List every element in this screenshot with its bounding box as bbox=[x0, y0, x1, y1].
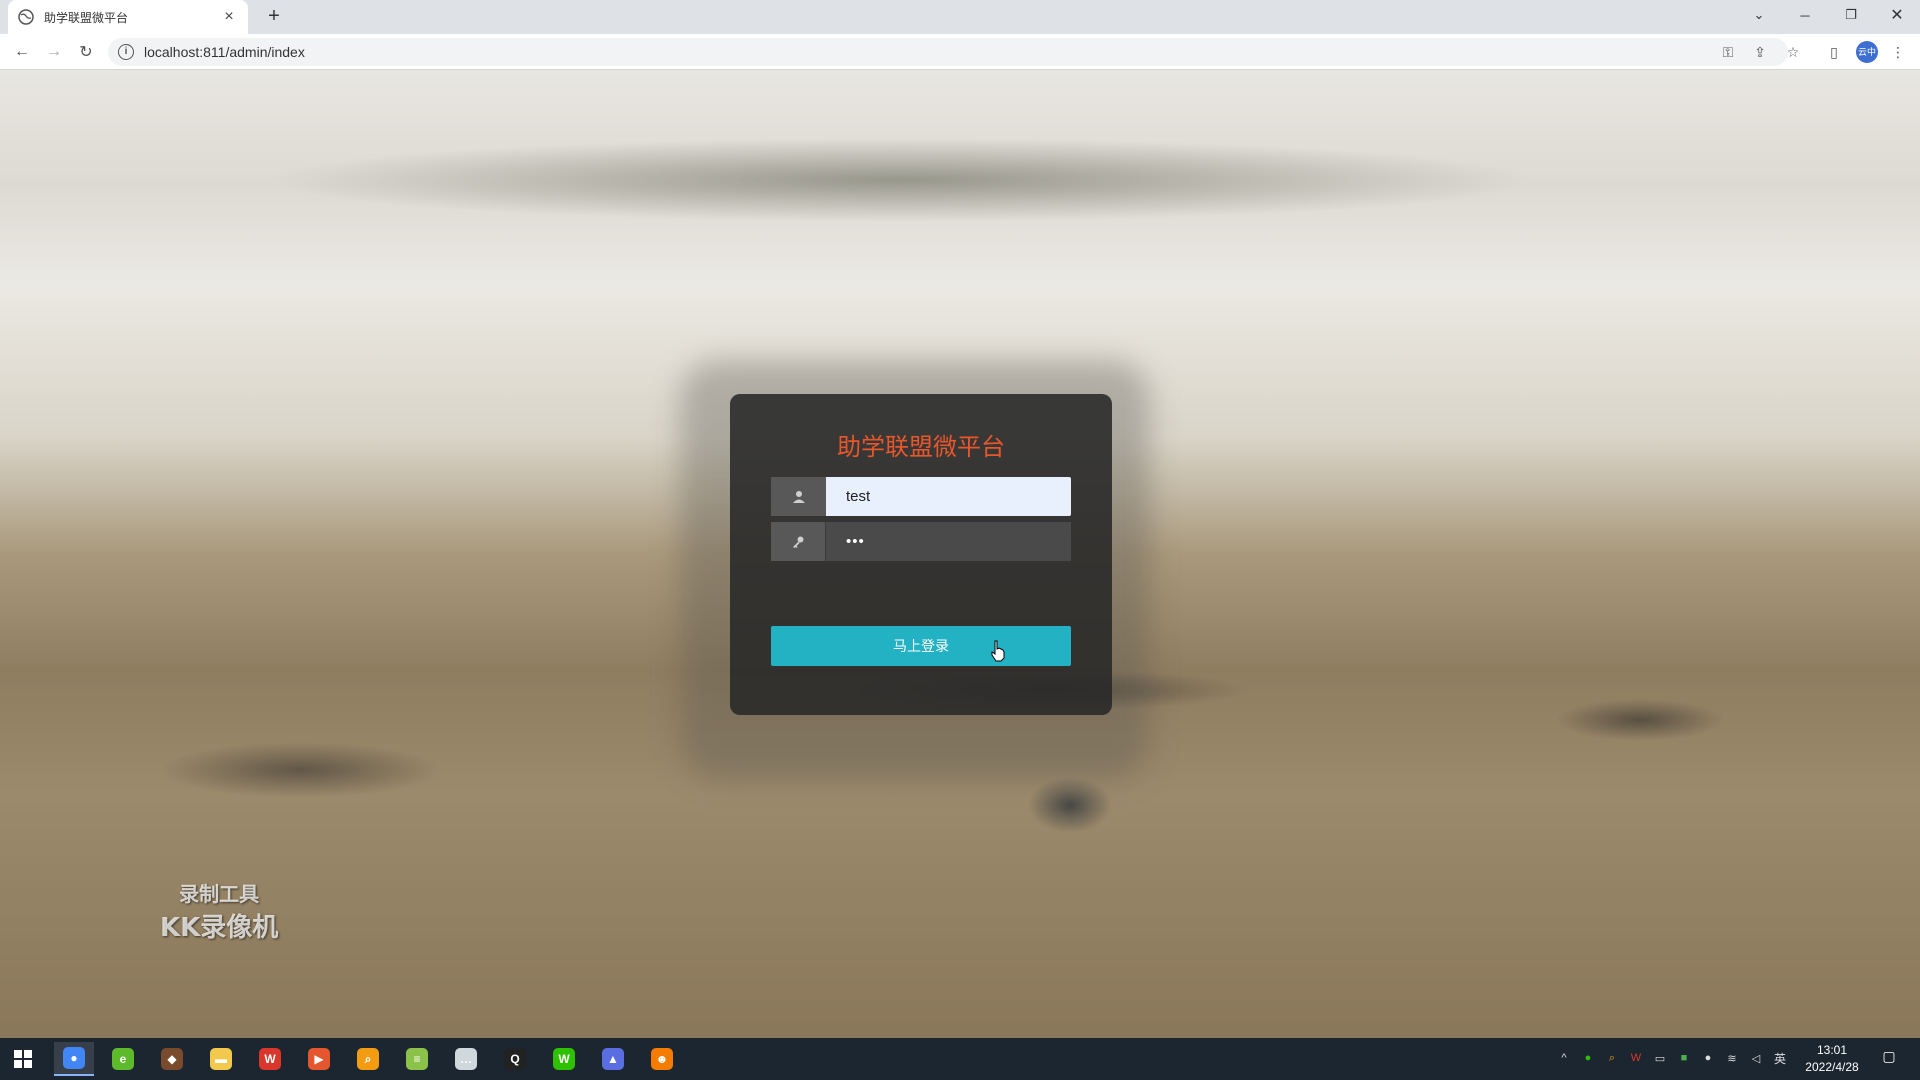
share-icon[interactable]: ⇪ bbox=[1750, 42, 1770, 62]
password-input[interactable] bbox=[826, 522, 1071, 561]
key-icon bbox=[771, 522, 826, 561]
browser-toolbar: ← → ↻ i localhost:811/admin/index ⚿ ⇪ ☆ … bbox=[0, 34, 1920, 70]
game-app-icon: ◆ bbox=[161, 1048, 183, 1070]
volume-icon[interactable]: ◁ bbox=[1748, 1050, 1764, 1066]
bookmark-star-icon[interactable]: ☆ bbox=[1783, 42, 1803, 62]
browser-tab[interactable]: 助学联盟微平台 × bbox=[8, 0, 248, 34]
menu-kebab-icon[interactable]: ⋮ bbox=[1888, 42, 1908, 62]
profile-avatar[interactable]: 云中 bbox=[1856, 41, 1878, 63]
forward-arrow-icon[interactable]: → bbox=[42, 40, 66, 64]
tab-search-chevron-icon[interactable]: ⌄ bbox=[1736, 0, 1782, 30]
taskbar-app-qq[interactable]: Q bbox=[495, 1042, 535, 1076]
tray-qq-icon[interactable]: ● bbox=[1700, 1050, 1716, 1066]
notepad-icon: ≡ bbox=[406, 1048, 428, 1070]
clock[interactable]: 13:01 2022/4/28 bbox=[1796, 1042, 1868, 1076]
user-icon bbox=[771, 477, 826, 516]
taskbar-app-kk-recorder[interactable]: ☻ bbox=[642, 1042, 682, 1076]
taskbar-app-chrome[interactable]: ● bbox=[54, 1042, 94, 1076]
tray-device-icon[interactable]: ▭ bbox=[1652, 1050, 1668, 1066]
tray-wechat-icon[interactable]: ● bbox=[1580, 1050, 1596, 1066]
taskbar: ● e ◆ ▬ W ▶ ⌕ ≡ … Q W ▲ ☻ ^ ● ⌕ W ▭ ■ ● ≋ ◁ 英 13:01 … bbox=[0, 1038, 1920, 1080]
url-text[interactable]: localhost:811/admin/index bbox=[144, 44, 305, 60]
login-panel: 助学联盟微平台 马上登录 bbox=[730, 394, 1112, 715]
password-field bbox=[771, 522, 1071, 561]
clock-time: 13:01 bbox=[1816, 1043, 1848, 1057]
file-explorer-icon: ▬ bbox=[210, 1048, 232, 1070]
tab-close-icon[interactable]: × bbox=[220, 8, 238, 26]
key-icon[interactable]: ⚿ bbox=[1718, 42, 1738, 62]
close-window-button[interactable]: ✕ bbox=[1874, 0, 1920, 30]
taskbar-app-wechat[interactable]: W bbox=[544, 1042, 584, 1076]
watermark: 录制工具 KK录像机 bbox=[160, 878, 278, 944]
taskbar-app-chat-bubble[interactable]: … bbox=[446, 1042, 486, 1076]
login-button[interactable]: 马上登录 bbox=[771, 626, 1071, 666]
ime-indicator[interactable]: 英 bbox=[1772, 1050, 1788, 1066]
globe-icon bbox=[18, 9, 34, 25]
taskbar-app-recorder[interactable]: ▶ bbox=[299, 1042, 339, 1076]
chrome-icon: ● bbox=[63, 1047, 85, 1069]
taskbar-app-wps-office[interactable]: W bbox=[250, 1042, 290, 1076]
minimize-button[interactable]: ─ bbox=[1782, 0, 1828, 30]
tab-title: 助学联盟微平台 bbox=[44, 10, 129, 25]
windows-start-icon[interactable] bbox=[0, 1038, 46, 1080]
watermark-line2: KK录像机 bbox=[160, 913, 279, 943]
hand-pointer-icon bbox=[991, 640, 1005, 662]
taskbar-app-search-tool[interactable]: ⌕ bbox=[348, 1042, 388, 1076]
wps-office-icon: W bbox=[259, 1048, 281, 1070]
taskbar-app-360-browser[interactable]: e bbox=[103, 1042, 143, 1076]
side-panel-icon[interactable]: ▯ bbox=[1824, 42, 1844, 62]
username-field bbox=[771, 477, 1071, 516]
restore-button[interactable]: ❐ bbox=[1828, 0, 1874, 30]
recorder-icon: ▶ bbox=[308, 1048, 330, 1070]
kk-recorder-icon: ☻ bbox=[651, 1048, 673, 1070]
page-background: 助学联盟微平台 马上登录 录制工具 KK录像机 bbox=[0, 70, 1920, 1038]
tray-wps-icon[interactable]: W bbox=[1628, 1050, 1644, 1066]
taskbar-app-notepad[interactable]: ≡ bbox=[397, 1042, 437, 1076]
back-arrow-icon[interactable]: ← bbox=[10, 40, 34, 64]
login-title: 助学联盟微平台 bbox=[837, 433, 1005, 461]
username-input[interactable] bbox=[826, 477, 1071, 516]
qq-icon: Q bbox=[504, 1048, 526, 1070]
wifi-icon[interactable]: ≋ bbox=[1724, 1050, 1740, 1066]
reload-icon[interactable]: ↻ bbox=[74, 40, 98, 64]
tray-search-icon[interactable]: ⌕ bbox=[1604, 1050, 1620, 1066]
search-tool-icon: ⌕ bbox=[357, 1048, 379, 1070]
chat-bubble-icon: … bbox=[455, 1048, 477, 1070]
wechat-icon: W bbox=[553, 1048, 575, 1070]
watermark-line1: 录制工具 bbox=[179, 882, 260, 906]
photos-icon: ▲ bbox=[602, 1048, 624, 1070]
tray-chevron-up-icon[interactable]: ^ bbox=[1556, 1050, 1572, 1066]
clock-date: 2022/4/28 bbox=[1805, 1060, 1859, 1074]
taskbar-app-photos[interactable]: ▲ bbox=[593, 1042, 633, 1076]
notification-icon[interactable]: ▢ bbox=[1878, 1048, 1900, 1070]
address-bar[interactable]: i localhost:811/admin/index bbox=[108, 38, 1788, 66]
taskbar-app-game-app[interactable]: ◆ bbox=[152, 1042, 192, 1076]
site-info-icon[interactable]: i bbox=[118, 44, 134, 60]
browser-tab-bar: 助学联盟微平台 × + ⌄ ─ ❐ ✕ bbox=[0, 0, 1920, 34]
tray-app-icon[interactable]: ■ bbox=[1676, 1050, 1692, 1066]
new-tab-button[interactable]: + bbox=[262, 5, 286, 29]
360-browser-icon: e bbox=[112, 1048, 134, 1070]
taskbar-app-file-explorer[interactable]: ▬ bbox=[201, 1042, 241, 1076]
